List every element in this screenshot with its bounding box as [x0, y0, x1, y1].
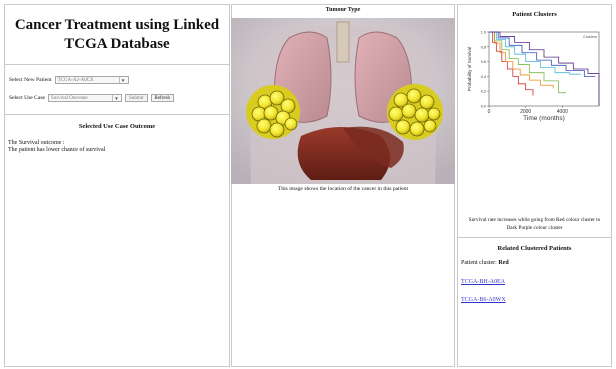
- y-tick-label: 0.8: [481, 45, 486, 49]
- y-axis-label: Probability of Survival: [467, 47, 472, 91]
- patient-cluster-label: Patient cluster:: [461, 260, 497, 266]
- patient-cluster-value: Red: [498, 260, 509, 266]
- clusters-panel: Patient Clusters 0.0 0.2 0.4 0.6 0.8 1.0 0 2000…: [458, 5, 611, 238]
- outcome-line-2: The patient has lower chance of survival: [8, 147, 106, 153]
- y-tick-label: 0.2: [481, 90, 486, 94]
- page-title: Cancer Treatment using Linked TCGA Datab…: [14, 16, 220, 52]
- patient-select-value: TCGA-A2-A0CX: [57, 77, 94, 83]
- use-case-label: Select Use Case: [9, 95, 46, 101]
- title-box: Cancer Treatment using Linked TCGA Datab…: [5, 5, 229, 65]
- patient-select[interactable]: TCGA-A2-A0CX ▼: [54, 76, 129, 84]
- chevron-down-icon: ▼: [118, 77, 127, 83]
- outcome-panel: Selected Use Case Outcome The Survival o…: [5, 115, 229, 159]
- related-patient-link[interactable]: TCGA-BH-A0EA: [461, 279, 608, 285]
- y-tick-label: 0.4: [481, 75, 486, 79]
- left-panel: Cancer Treatment using Linked TCGA Datab…: [4, 4, 230, 367]
- clusters-heading: Patient Clusters: [512, 11, 557, 18]
- tumour-right-cluster: [387, 84, 443, 140]
- y-tick-label: 0.0: [481, 105, 486, 109]
- x-tick-label: 0: [488, 109, 491, 115]
- legend-label: Clusters: [583, 35, 597, 39]
- use-case-row: Select Use Case Survival Outcome ▼ Submi…: [9, 91, 225, 105]
- right-panel: Patient Clusters 0.0 0.2 0.4 0.6 0.8 1.0 0 2000…: [457, 4, 612, 367]
- y-tick-label: 0.6: [481, 60, 486, 64]
- x-axis-label: Time (months): [523, 115, 565, 122]
- tumour-caption: This image shows the location of the can…: [277, 186, 409, 192]
- controls-panel: Select New Patient TCGA-A2-A0CX ▼ Select…: [5, 65, 229, 115]
- use-case-select[interactable]: Survival Outcome ▼: [48, 94, 123, 102]
- submit-button[interactable]: Submit: [125, 94, 148, 102]
- tumour-left-cluster: [246, 85, 300, 139]
- chevron-down-icon: ▼: [112, 95, 120, 101]
- outcome-line-1: The Survival outcome :: [8, 140, 65, 146]
- survival-note: Survival rate increases while going from…: [468, 217, 601, 231]
- use-case-select-value: Survival Outcome: [51, 95, 88, 101]
- refresh-button[interactable]: Refresh: [150, 94, 175, 102]
- tumour-panel: Tumour Type This image shows the locatio…: [231, 4, 455, 367]
- anatomy-illustration: [231, 18, 455, 184]
- patient-cluster-line: Patient cluster: Red: [461, 260, 608, 266]
- outcome-heading: Selected Use Case Outcome: [78, 123, 156, 130]
- survival-plot: 0.00.20.40.60.81.00 2000 4000Probability o…: [467, 31, 600, 122]
- related-heading: Related Clustered Patients: [497, 245, 572, 252]
- new-patient-label: Select New Patient: [9, 77, 52, 83]
- related-patient-link[interactable]: TCGA-B6-A0WX: [461, 297, 608, 303]
- y-tick-label: 1.0: [481, 31, 486, 35]
- related-panel: Related Clustered Patients Patient clust…: [458, 238, 611, 320]
- tumour-heading: Tumour Type: [325, 7, 361, 13]
- tumour-image: [231, 18, 455, 184]
- new-patient-row: Select New Patient TCGA-A2-A0CX ▼: [9, 73, 225, 87]
